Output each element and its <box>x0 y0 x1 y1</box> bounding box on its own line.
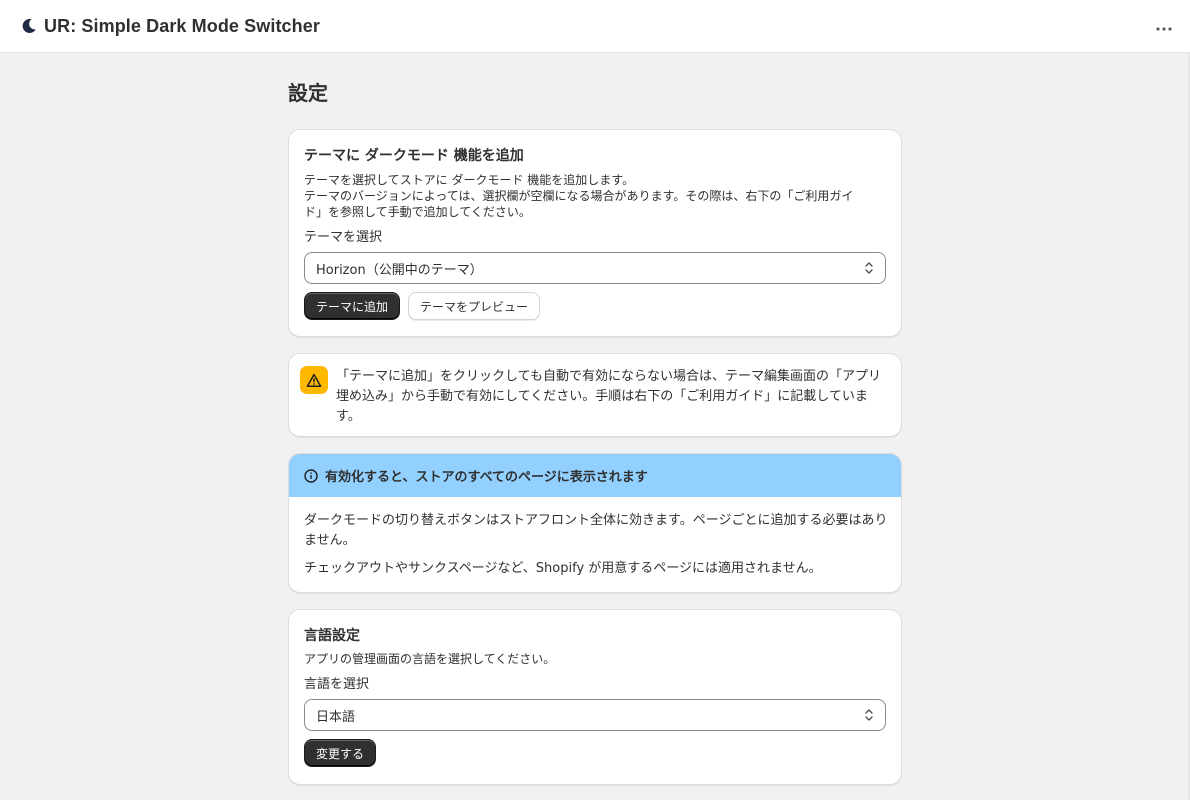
theme-card-description: テーマを選択してストアに ダークモード 機能を追加します。 テーマのバージョンに… <box>304 173 854 219</box>
app-title: UR: Simple Dark Mode Switcher <box>44 15 320 36</box>
ellipsis-icon <box>1155 17 1173 36</box>
preview-theme-button[interactable]: テーマをプレビュー <box>408 292 541 320</box>
moon-icon <box>20 17 38 35</box>
info-banner-header: 有効化すると、ストアのすべてのページに表示されます <box>289 454 901 497</box>
info-paragraph-1: ダークモードの切り替えボタンはストアフロント全体に効きます。ページごとに追加する… <box>304 513 888 548</box>
theme-card-heading: テーマに ダークモード 機能を追加 <box>304 148 524 164</box>
select-chevron-icon <box>864 708 874 722</box>
language-select[interactable]: 日本語 <box>304 699 886 731</box>
info-card: 有効化すると、ストアのすべてのページに表示されます ダークモードの切り替えボタン… <box>288 453 902 593</box>
theme-select-value: Horizon（公開中のテーマ） <box>316 262 483 278</box>
page-title: 設定 <box>288 81 328 105</box>
more-actions-button[interactable] <box>1152 15 1176 37</box>
language-card-description: アプリの管理画面の言語を選択してください。 <box>304 652 556 666</box>
add-to-theme-button[interactable]: テーマに追加 <box>304 292 401 320</box>
select-chevron-icon <box>864 261 874 275</box>
language-select-label: 言語を選択 <box>304 677 370 692</box>
language-select-value: 日本語 <box>316 709 356 725</box>
warning-card: 「テーマに追加」をクリックしても自動で有効にならない場合は、テーマ編集画面の「ア… <box>288 353 902 437</box>
change-language-button[interactable]: 変更する <box>304 739 377 767</box>
language-card-heading: 言語設定 <box>304 628 360 644</box>
theme-select[interactable]: Horizon（公開中のテーマ） <box>304 252 886 284</box>
language-card: 言語設定 アプリの管理画面の言語を選択してください。 言語を選択 日本語 変更す… <box>288 609 902 785</box>
app-header: UR: Simple Dark Mode Switcher <box>0 0 1190 53</box>
info-paragraph-2: チェックアウトやサンクスページなど、Shopify が用意するページには適用され… <box>304 561 822 576</box>
info-circle-icon <box>304 468 318 483</box>
theme-select-label: テーマを選択 <box>304 230 383 245</box>
warning-text: 「テーマに追加」をクリックしても自動で有効にならない場合は、テーマ編集画面の「ア… <box>336 369 881 424</box>
main-content: 設定 テーマに ダークモード 機能を追加 テーマを選択してストアに ダークモード… <box>288 53 902 785</box>
info-banner-title: 有効化すると、ストアのすべてのページに表示されます <box>325 470 648 485</box>
alert-triangle-icon <box>300 366 328 394</box>
theme-card: テーマに ダークモード 機能を追加 テーマを選択してストアに ダークモード 機能… <box>288 129 902 337</box>
